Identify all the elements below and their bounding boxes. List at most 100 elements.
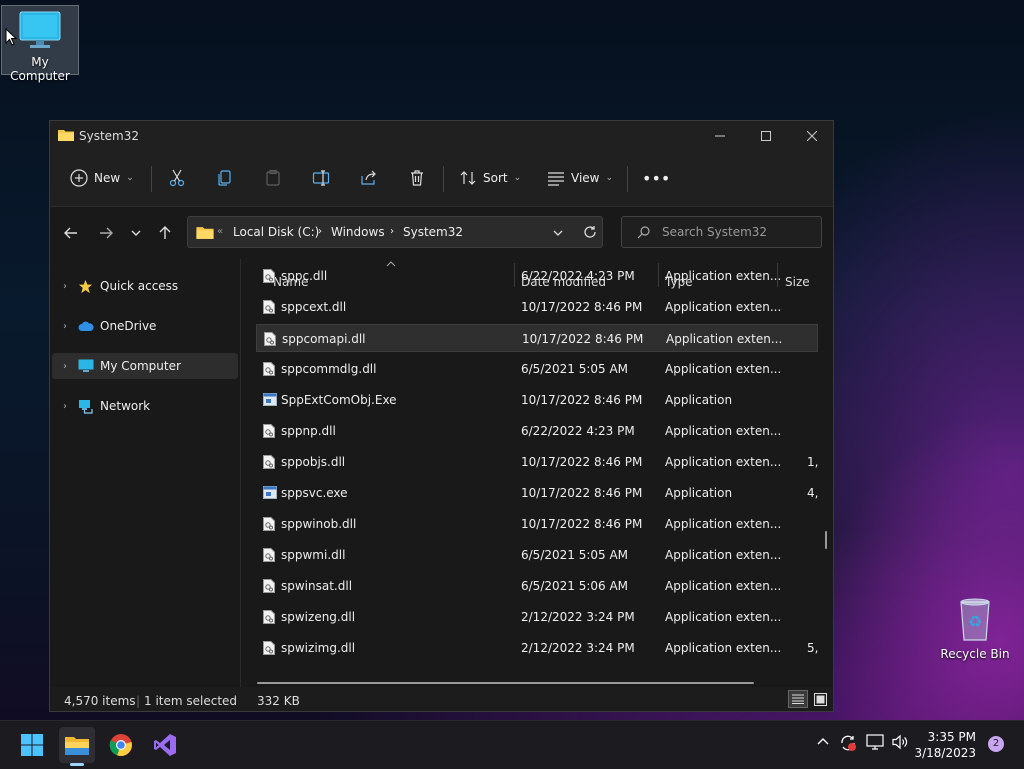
- copy-button[interactable]: [216, 159, 234, 197]
- chevron-right-icon[interactable]: ›: [52, 281, 78, 292]
- table-row[interactable]: sppwmi.dll 6/5/2021 5:05 AM Application ex…: [256, 541, 818, 569]
- file-name: sppwinob.dll: [281, 517, 357, 531]
- command-bar: New ⌄ Sort ⌄ View ⌄ •••: [50, 151, 833, 207]
- notification-badge[interactable]: 2: [988, 736, 1004, 752]
- item-count: 4,570 items: [64, 694, 136, 708]
- file-type: Application: [665, 486, 733, 500]
- dll-icon: [263, 269, 275, 283]
- file-date-modified: 6/22/2022 4:23 PM: [521, 424, 635, 438]
- table-row[interactable]: spwizeng.dll 2/12/2022 3:24 PM Application…: [256, 603, 818, 631]
- system-clock[interactable]: 3:35 PM 3/18/2023: [914, 729, 976, 761]
- recent-locations-button[interactable]: [124, 221, 148, 245]
- chevron-down-icon[interactable]: [552, 227, 564, 239]
- breadcrumb-windows[interactable]: Windows: [331, 225, 385, 239]
- breadcrumb-system32[interactable]: System32: [403, 225, 463, 239]
- close-button[interactable]: [789, 121, 835, 151]
- table-row[interactable]: sppnp.dll 6/22/2022 4:23 PM Application ex…: [256, 417, 818, 445]
- nav-item-label: Quick access: [100, 279, 179, 293]
- address-bar[interactable]: « Local Disk (C:) › Windows › System32: [187, 216, 603, 248]
- forward-button[interactable]: [94, 221, 118, 245]
- status-divider: |: [136, 694, 141, 708]
- window-title: System32: [79, 129, 140, 143]
- rename-button[interactable]: [312, 159, 330, 197]
- table-row[interactable]: spwinsat.dll 6/5/2021 5:06 AM Application …: [256, 572, 818, 600]
- table-row[interactable]: sppobjs.dll 10/17/2022 8:46 PM Application…: [256, 448, 818, 476]
- taskbar-file-explorer[interactable]: [59, 727, 95, 766]
- chevron-right-icon[interactable]: ›: [52, 361, 78, 372]
- dll-icon: [263, 517, 275, 531]
- table-row[interactable]: sppcommdlg.dll 6/5/2021 5:05 AM Applicatio…: [256, 355, 818, 383]
- breadcrumb-local-disk[interactable]: Local Disk (C:): [233, 225, 319, 239]
- minimize-icon: [715, 135, 725, 137]
- sort-button[interactable]: Sort ⌄: [459, 159, 521, 197]
- share-icon: [361, 170, 376, 185]
- desktop-icon-recycle-bin[interactable]: ♻ Recycle Bin: [937, 596, 1013, 661]
- clock-time: 3:35 PM: [927, 730, 976, 744]
- details-view-button[interactable]: [788, 690, 808, 708]
- show-hidden-icons-button[interactable]: [817, 734, 829, 750]
- table-row[interactable]: sppcomapi.dll 10/17/2022 8:46 PM Applicati…: [256, 324, 818, 352]
- close-icon: [807, 131, 817, 141]
- arrow-left-icon: [64, 227, 77, 239]
- view-button[interactable]: View ⌄: [547, 159, 613, 197]
- nav-item-my-computer[interactable]: › My Computer: [52, 353, 238, 379]
- table-row[interactable]: sppsvc.exe 10/17/2022 8:46 PM Application 4…: [256, 479, 818, 507]
- file-type: Application exten...: [665, 269, 782, 283]
- more-options-button[interactable]: •••: [642, 159, 670, 197]
- windows-logo-icon: [21, 734, 43, 756]
- horizontal-scrollbar-thumb[interactable]: [257, 682, 754, 684]
- minimize-button[interactable]: [697, 121, 743, 151]
- search-icon: [637, 226, 650, 239]
- taskbar-chrome[interactable]: [103, 727, 139, 763]
- network-tray-button[interactable]: [866, 734, 884, 754]
- paste-button[interactable]: [264, 159, 282, 197]
- vertical-scrollbar-thumb[interactable]: [825, 531, 827, 549]
- nav-item-label: My Computer: [100, 359, 181, 373]
- sort-icon: [460, 171, 476, 185]
- chevron-right-icon[interactable]: ›: [52, 401, 78, 412]
- new-button[interactable]: New ⌄: [70, 159, 134, 197]
- tiles-view-button[interactable]: [811, 690, 829, 708]
- table-row[interactable]: sppwinob.dll 10/17/2022 8:46 PM Applicatio…: [256, 510, 818, 538]
- volume-tray-button[interactable]: [891, 734, 909, 754]
- title-bar[interactable]: System32: [50, 121, 833, 151]
- nav-item-label: Network: [100, 399, 151, 413]
- breadcrumb-overflow[interactable]: «: [217, 226, 223, 237]
- file-date-modified: 6/5/2021 5:06 AM: [521, 579, 629, 593]
- table-row[interactable]: sppc.dll 6/22/2022 4:23 PM Application ext…: [256, 262, 818, 290]
- delete-button[interactable]: [408, 159, 426, 197]
- file-date-modified: 10/17/2022 8:46 PM: [521, 517, 643, 531]
- folder-icon: [196, 227, 214, 239]
- back-button[interactable]: [59, 221, 83, 245]
- start-button[interactable]: [14, 727, 50, 763]
- exe-icon: [263, 486, 277, 499]
- up-button[interactable]: [153, 221, 177, 245]
- table-row[interactable]: sppcext.dll 10/17/2022 8:46 PM Application…: [256, 293, 818, 321]
- network-icon: [79, 399, 93, 414]
- share-button[interactable]: [360, 159, 378, 197]
- search-box[interactable]: Search System32: [621, 216, 822, 248]
- sync-status-button[interactable]: [839, 734, 857, 756]
- monitor-icon: [19, 11, 61, 48]
- file-date-modified: 10/17/2022 8:46 PM: [521, 455, 643, 469]
- maximize-icon: [761, 131, 771, 141]
- refresh-icon[interactable]: [583, 225, 597, 239]
- cut-button[interactable]: [168, 159, 186, 197]
- taskbar: 3:35 PM 3/18/2023: [0, 720, 1024, 769]
- toolbar-divider: [627, 166, 628, 192]
- file-type: Application exten...: [665, 610, 782, 624]
- nav-item-network[interactable]: › Network: [52, 393, 238, 419]
- table-row[interactable]: spwizimg.dll 2/12/2022 3:24 PM Application…: [256, 634, 818, 662]
- chrome-icon: [109, 734, 132, 757]
- file-size: 1,: [807, 455, 819, 469]
- table-row[interactable]: SppExtComObj.Exe 10/17/2022 8:46 PM Applic…: [256, 386, 818, 414]
- maximize-button[interactable]: [743, 121, 789, 151]
- file-explorer-icon: [65, 737, 89, 755]
- arrow-right-icon: [100, 227, 113, 239]
- breadcrumb-separator-icon: ›: [318, 226, 322, 237]
- nav-item-onedrive[interactable]: › OneDrive: [52, 313, 238, 339]
- nav-item-quick-access[interactable]: › Quick access: [52, 273, 238, 299]
- taskbar-visual-studio[interactable]: [147, 727, 183, 763]
- file-name: sppcomapi.dll: [282, 332, 366, 346]
- chevron-right-icon[interactable]: ›: [52, 321, 78, 332]
